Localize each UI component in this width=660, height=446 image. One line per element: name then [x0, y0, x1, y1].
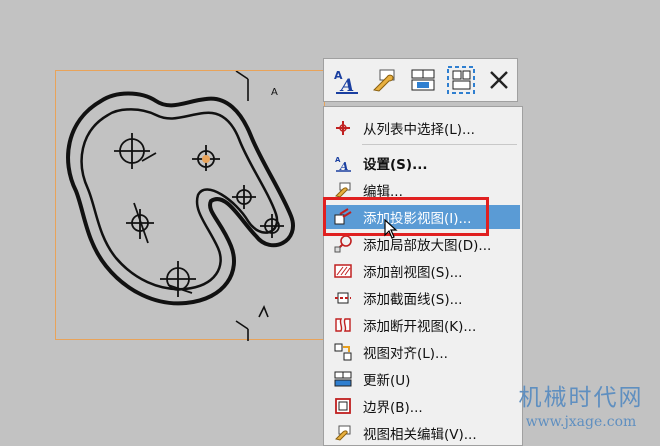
view-selection-button[interactable] [443, 62, 479, 98]
section-line-icon [334, 289, 352, 307]
text-style-button[interactable]: A A [328, 62, 364, 98]
text-style-icon: AA [334, 154, 352, 172]
menu-item-edit[interactable]: 编辑... [326, 178, 520, 202]
svg-text:A: A [339, 76, 354, 94]
menu-item-add-detail-view[interactable]: 添加局部放大图(D)... [326, 232, 520, 256]
part-drawing [66, 71, 295, 341]
watermark-url: www.jxage.com [525, 414, 637, 430]
text-style-icon: A A [334, 69, 359, 94]
section-view-icon [334, 262, 352, 280]
edit-wrench-icon [373, 69, 395, 92]
close-button[interactable] [481, 62, 517, 98]
menu-item-settings[interactable]: AA 设置(S)... [326, 151, 520, 175]
edit-icon [334, 181, 352, 199]
edit-wrench-button[interactable] [366, 62, 402, 98]
menu-item-add-section-view[interactable]: 添加剖视图(S)... [326, 259, 520, 283]
menu-item-boundary[interactable]: 边界(B)... [326, 394, 520, 418]
menu-item-add-projected-view[interactable]: 添加投影视图(I)... [326, 205, 520, 229]
mouse-cursor-icon [384, 219, 398, 239]
menu-item-view-dependent-edit[interactable]: 视图相关编辑(V)... [326, 421, 520, 445]
view-context-menu: 从列表中选择(L)... AA 设置(S)... 编辑... 添加投影视图(I)… [323, 106, 523, 446]
detail-view-icon [334, 235, 352, 253]
view-grid-button[interactable] [404, 62, 440, 98]
close-icon [490, 71, 508, 89]
svg-text:A: A [339, 160, 349, 172]
drawing-view[interactable]: A [55, 70, 325, 341]
select-crosshair-icon [334, 119, 352, 137]
watermark-title: 机械时代网 [518, 385, 644, 411]
menu-item-select-from-list[interactable]: 从列表中选择(L)... [326, 116, 520, 140]
menu-item-update[interactable]: 更新(U) [326, 367, 520, 391]
broken-view-icon [334, 316, 352, 334]
view-grid-icon [411, 69, 434, 91]
view-toolbar: A A [323, 58, 518, 102]
view-align-icon [334, 343, 352, 361]
view-dependent-edit-icon [334, 424, 352, 442]
menu-item-view-align[interactable]: 视图对齐(L)... [326, 340, 520, 364]
section-label-top: A [271, 87, 278, 98]
projected-view-icon [334, 208, 352, 226]
menu-separator [362, 144, 517, 145]
menu-item-add-broken-view[interactable]: 添加断开视图(K)... [326, 313, 520, 337]
watermark: 机械时代网 www.jxage.com [506, 378, 656, 430]
update-icon [334, 370, 352, 388]
menu-item-add-section-line[interactable]: 添加截面线(S)... [326, 286, 520, 310]
view-selection-icon [446, 66, 475, 94]
boundary-icon [334, 397, 352, 415]
